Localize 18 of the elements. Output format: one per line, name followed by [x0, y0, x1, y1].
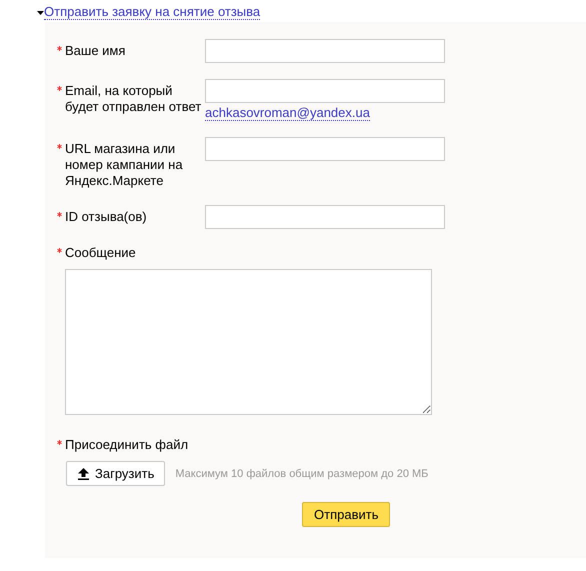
input-field[interactable]	[205, 39, 445, 63]
message-field[interactable]	[65, 269, 432, 415]
caret-icon[interactable]	[37, 10, 44, 14]
submit-button[interactable]: Отправить	[302, 502, 390, 527]
field-label: ID отзыва(ов)	[65, 208, 148, 225]
field-label: Сообщение	[65, 245, 136, 261]
email-link[interactable]: achkasovroman@yandex.ua	[205, 106, 370, 121]
field-label: Email, на который будет отправлен ответ	[65, 82, 202, 115]
field-label: Ваше имя	[65, 42, 126, 59]
upload-button[interactable]: Загрузить	[66, 461, 166, 486]
upload-icon	[78, 468, 89, 480]
upload-hint: Максимум 10 файлов общим размером до 20 МБ	[175, 468, 428, 480]
toggle-link[interactable]: Отправить заявку на снятие отзыва	[44, 5, 260, 20]
field-label: Присоединить файл	[65, 437, 188, 453]
input-field[interactable]	[205, 79, 445, 103]
input-field[interactable]	[205, 205, 445, 229]
field-label: URL магазина или номер кампании на Яндекс.Маркете	[65, 140, 184, 189]
input-field[interactable]	[205, 137, 445, 161]
